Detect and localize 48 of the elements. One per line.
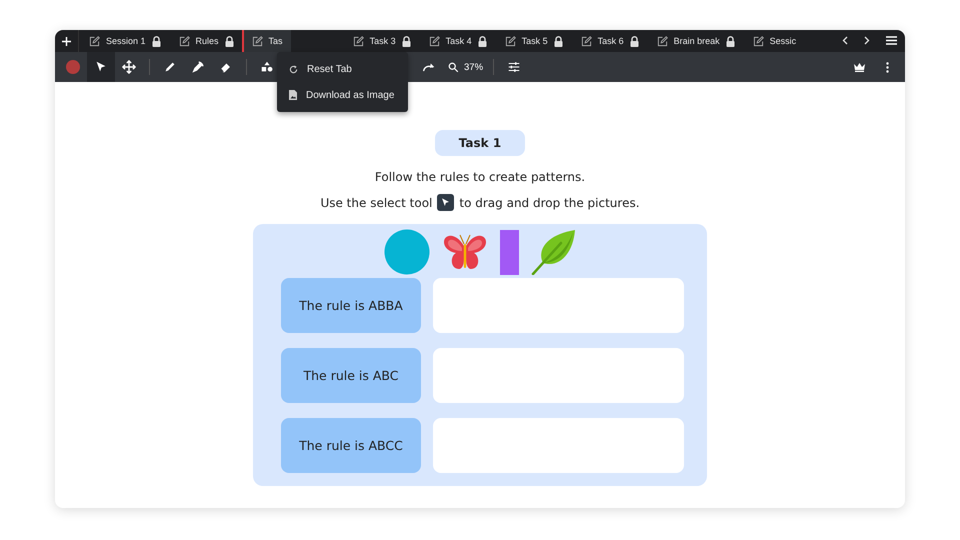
pencil-icon [163, 60, 177, 74]
chevron-left-icon [842, 36, 848, 45]
edit-icon [656, 36, 668, 46]
sliders-icon [507, 60, 522, 74]
plus-icon [62, 36, 71, 46]
chevron-right-icon [864, 36, 870, 45]
rule-card: The rule is ABBA [281, 278, 421, 333]
tab[interactable]: Sessic [742, 30, 804, 52]
edit-icon [252, 36, 263, 46]
tab[interactable]: Task 3 [342, 30, 419, 52]
marker-icon [191, 60, 205, 74]
edit-icon [428, 36, 440, 46]
instruction-text: Use the select tool [320, 196, 432, 210]
tab[interactable]: Tas [242, 30, 291, 52]
edit-icon [752, 36, 764, 46]
edit-icon [89, 36, 100, 46]
more-icon [886, 62, 888, 72]
tab[interactable]: Task 5 [494, 30, 571, 52]
edit-icon [178, 36, 190, 46]
move-icon [122, 60, 136, 74]
search-icon [447, 61, 459, 73]
select-tool-icon [437, 194, 454, 211]
zoom-button[interactable]: 37% [443, 52, 488, 82]
edit-icon [580, 36, 592, 46]
menu-item[interactable]: Reset Tab [277, 56, 408, 82]
rectangle-icon[interactable] [500, 230, 518, 274]
image-file-icon [289, 90, 297, 100]
rule-card: The rule is ABCC [281, 418, 421, 473]
record-dot-icon [66, 60, 80, 74]
menu-icon [886, 36, 897, 45]
tab[interactable]: Rules [168, 30, 242, 52]
edit-icon [504, 36, 516, 46]
cursor-arrow-icon [94, 60, 108, 74]
select-tool-button[interactable] [87, 52, 115, 82]
instruction-text: to drag and drop the pictures. [459, 196, 640, 210]
tab[interactable]: Session 1 [79, 30, 169, 52]
instruction-text: Follow the rules to create patterns. [374, 169, 586, 185]
butterfly-icon[interactable] [442, 232, 488, 272]
rule-card: The rule is ABC [281, 348, 421, 403]
crown-icon [854, 62, 864, 72]
task-title: Task 1 [435, 130, 525, 156]
tab[interactable]: Brain break [646, 30, 743, 52]
edit-icon [352, 36, 364, 46]
menu-item[interactable]: Download as Image [277, 82, 408, 108]
refresh-icon [289, 64, 298, 74]
shapes-icon [260, 60, 274, 74]
tab[interactable]: Task 6 [570, 30, 647, 52]
tab[interactable]: Task 4 [418, 30, 495, 52]
